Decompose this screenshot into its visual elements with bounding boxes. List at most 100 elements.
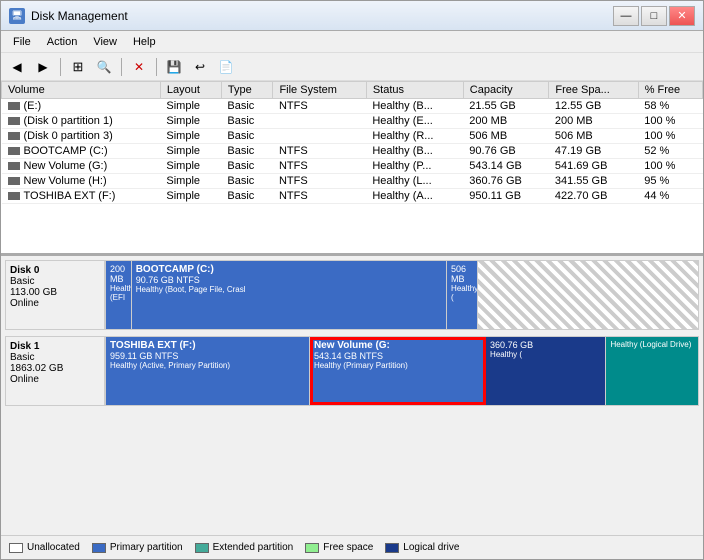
table-cell-2-5: 506 MB <box>463 129 549 144</box>
legend: Unallocated Primary partition Extended p… <box>1 535 703 559</box>
table-cell-2-7: 100 % <box>638 129 702 144</box>
table-header-row: Volume Layout Type File System Status Ca… <box>2 82 703 99</box>
legend-unallocated: Unallocated <box>9 542 80 553</box>
table-cell-3-2: Basic <box>221 144 273 159</box>
table-cell-0-6: 12.55 GB <box>549 99 638 114</box>
col-freespace: Free Spa... <box>549 82 638 99</box>
table-cell-6-1: Simple <box>160 189 221 204</box>
table-cell-1-1: Simple <box>160 114 221 129</box>
disk-area: Disk 0 Basic 113.00 GB Online 200 MB Hea… <box>1 256 703 456</box>
toolbar-separator-3 <box>156 58 157 76</box>
disk-1-part-newvolh[interactable]: 360.76 GB Healthy ( <box>486 337 606 405</box>
table-cell-0-5: 21.55 GB <box>463 99 549 114</box>
table-cell-1-5: 200 MB <box>463 114 549 129</box>
table-cell-4-1: Simple <box>160 159 221 174</box>
table-cell-4-7: 100 % <box>638 159 702 174</box>
table-cell-1-4: Healthy (E... <box>366 114 463 129</box>
disk-1-type: Basic <box>10 352 100 363</box>
minimize-button[interactable]: — <box>613 6 639 26</box>
col-volume: Volume <box>2 82 161 99</box>
table-body: (E:)SimpleBasicNTFSHealthy (B...21.55 GB… <box>2 99 703 204</box>
undo-button[interactable]: ↩ <box>188 56 212 78</box>
close-button[interactable]: ✕ <box>669 6 695 26</box>
table-cell-0-1: Simple <box>160 99 221 114</box>
redo-button[interactable]: 📄 <box>214 56 238 78</box>
legend-unallocated-label: Unallocated <box>27 542 80 553</box>
table-cell-2-2: Basic <box>221 129 273 144</box>
table-cell-4-4: Healthy (P... <box>366 159 463 174</box>
help-button[interactable]: ⊞ <box>66 56 90 78</box>
disk-0-part-recovery[interactable]: 506 MB Healthy ( <box>447 261 478 329</box>
table-cell-1-6: 200 MB <box>549 114 638 129</box>
legend-extended-box <box>195 543 209 553</box>
maximize-button[interactable]: □ <box>641 6 667 26</box>
table-cell-5-7: 95 % <box>638 174 702 189</box>
table-cell-5-0: New Volume (H:) <box>2 174 161 189</box>
legend-primary-box <box>92 543 106 553</box>
disk-0-name: Disk 0 <box>10 265 100 276</box>
table-row[interactable]: New Volume (G:)SimpleBasicNTFSHealthy (P… <box>2 159 703 174</box>
table-row[interactable]: New Volume (H:)SimpleBasicNTFSHealthy (L… <box>2 174 703 189</box>
col-capacity: Capacity <box>463 82 549 99</box>
table-cell-6-7: 44 % <box>638 189 702 204</box>
menu-action[interactable]: Action <box>39 34 86 50</box>
legend-extended: Extended partition <box>195 542 294 553</box>
table-cell-6-3: NTFS <box>273 189 366 204</box>
save-button[interactable]: 💾 <box>162 56 186 78</box>
disk-1-label: Disk 1 Basic 1863.02 GB Online <box>5 336 105 406</box>
disk-0-part-efi[interactable]: 200 MB Healthy (EFI <box>106 261 132 329</box>
delete-button[interactable]: ✕ <box>127 56 151 78</box>
menu-file[interactable]: File <box>5 34 39 50</box>
table-cell-4-3: NTFS <box>273 159 366 174</box>
table-cell-1-3 <box>273 114 366 129</box>
legend-primary: Primary partition <box>92 542 183 553</box>
disk-1-name: Disk 1 <box>10 341 100 352</box>
table-cell-4-2: Basic <box>221 159 273 174</box>
table-row[interactable]: (Disk 0 partition 1)SimpleBasicHealthy (… <box>2 114 703 129</box>
table-cell-3-7: 52 % <box>638 144 702 159</box>
legend-freespace-box <box>305 543 319 553</box>
app-icon: 🖥 <box>9 8 25 24</box>
disk-1-status: Online <box>10 374 100 385</box>
volume-table: Volume Layout Type File System Status Ca… <box>1 81 703 204</box>
table-row[interactable]: BOOTCAMP (C:)SimpleBasicNTFSHealthy (B..… <box>2 144 703 159</box>
disk-0-part-free[interactable] <box>478 261 698 329</box>
table-cell-3-0: BOOTCAMP (C:) <box>2 144 161 159</box>
table-cell-5-4: Healthy (L... <box>366 174 463 189</box>
toolbar-separator-2 <box>121 58 122 76</box>
table-cell-3-3: NTFS <box>273 144 366 159</box>
disk-0-label: Disk 0 Basic 113.00 GB Online <box>5 260 105 330</box>
disk-0-type: Basic <box>10 276 100 287</box>
forward-button[interactable]: ▶ <box>31 56 55 78</box>
properties-button[interactable]: 🔍 <box>92 56 116 78</box>
legend-freespace: Free space <box>305 542 373 553</box>
disk-0-part-bootcamp[interactable]: BOOTCAMP (C:) 90.76 GB NTFS Healthy (Boo… <box>132 261 447 329</box>
col-filesystem: File System <box>273 82 366 99</box>
menu-help[interactable]: Help <box>125 34 164 50</box>
col-freepct: % Free <box>638 82 702 99</box>
table-row[interactable]: TOSHIBA EXT (F:)SimpleBasicNTFSHealthy (… <box>2 189 703 204</box>
legend-freespace-label: Free space <box>323 542 373 553</box>
menu-view[interactable]: View <box>85 34 125 50</box>
title-controls: — □ ✕ <box>613 6 695 26</box>
table-cell-0-2: Basic <box>221 99 273 114</box>
table-cell-6-0: TOSHIBA EXT (F:) <box>2 189 161 204</box>
disk-row-1: Disk 1 Basic 1863.02 GB Online TOSHIBA E… <box>5 336 699 406</box>
menu-bar: File Action View Help <box>1 31 703 53</box>
table-row[interactable]: (Disk 0 partition 3)SimpleBasicHealthy (… <box>2 129 703 144</box>
table-row[interactable]: (E:)SimpleBasicNTFSHealthy (B...21.55 GB… <box>2 99 703 114</box>
table-cell-4-6: 541.69 GB <box>549 159 638 174</box>
table-cell-1-7: 100 % <box>638 114 702 129</box>
back-button[interactable]: ◀ <box>5 56 29 78</box>
table-cell-6-4: Healthy (A... <box>366 189 463 204</box>
disk-1-part-toshiba[interactable]: TOSHIBA EXT (F:) 959.11 GB NTFS Healthy … <box>106 337 310 405</box>
col-layout: Layout <box>160 82 221 99</box>
table-cell-0-4: Healthy (B... <box>366 99 463 114</box>
legend-primary-label: Primary partition <box>110 542 183 553</box>
disk-1-part-newvol[interactable]: New Volume (G: 543.14 GB NTFS Healthy (P… <box>310 337 486 405</box>
table-cell-5-3: NTFS <box>273 174 366 189</box>
table-cell-2-6: 506 MB <box>549 129 638 144</box>
toolbar-separator-1 <box>60 58 61 76</box>
table-cell-1-0: (Disk 0 partition 1) <box>2 114 161 129</box>
disk-1-part-logical[interactable]: Healthy (Logical Drive) <box>606 337 698 405</box>
